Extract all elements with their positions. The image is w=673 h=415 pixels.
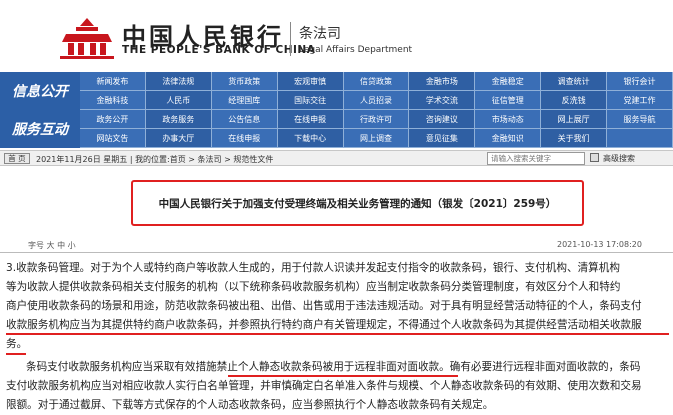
breadcrumb: 2021年11月26日 星期五 | 我的位置:首页 > 条法司 > 规范性文件: [36, 155, 274, 164]
article-line: 支付收款服务机构应当对相应收款人实行白名单管理，并审慎确定白名单准入条件与规模、…: [6, 380, 642, 392]
nav-item[interactable]: 反洗钱: [541, 91, 608, 110]
nav-item[interactable]: 网站文告: [80, 129, 146, 148]
highlight-underline: [228, 375, 458, 377]
dept-name-en: Legal Affairs Department: [299, 45, 413, 55]
highlight-underline: [409, 333, 669, 335]
article-line: 务。: [6, 338, 28, 350]
advanced-search-link[interactable]: 高级搜索: [603, 153, 635, 164]
nav-item[interactable]: 行政许可: [343, 110, 410, 129]
search-button[interactable]: [590, 153, 599, 162]
content-divider: [0, 252, 673, 253]
home-button[interactable]: 首 页: [4, 153, 30, 164]
nav-item[interactable]: 下载中心: [277, 129, 344, 148]
nav-section-info[interactable]: 信息公开: [0, 72, 80, 110]
nav-item[interactable]: 调查统计: [541, 72, 608, 91]
nav-item[interactable]: 新闻发布: [80, 72, 146, 91]
article-line: 商户使用收款条码的场景和用途，防范收款条码被出租、出借、出售或用于违法违规活动。…: [6, 300, 642, 312]
site-header: 中国人民银行 THE PEOPLE'S BANK OF CHINA 条法司 Le…: [0, 0, 673, 70]
nav-item[interactable]: 公告信息: [211, 110, 278, 129]
nav-item[interactable]: 办事大厅: [145, 129, 212, 148]
header-divider: [290, 22, 291, 56]
nav-item[interactable]: 政务公开: [80, 110, 146, 129]
search-input[interactable]: [487, 152, 585, 165]
nav-section-service[interactable]: 服务互动: [0, 110, 80, 148]
nav-item[interactable]: 服务导航: [607, 110, 673, 129]
nav-item[interactable]: 党建工作: [607, 91, 673, 110]
nav-item[interactable]: 货币政策: [211, 72, 278, 91]
nav-item[interactable]: 征信管理: [475, 91, 542, 110]
current-date: 2021年11月26日 星期五: [36, 155, 128, 164]
nav-item[interactable]: 信贷政策: [343, 72, 410, 91]
nav-item[interactable]: 国际交往: [277, 91, 344, 110]
article-title: 中国人民银行关于加强支付受理终端及相关业务管理的通知（银发〔2021〕259号）: [158, 197, 557, 210]
dept-name-cn: 条法司: [299, 26, 341, 42]
nav-item[interactable]: [607, 129, 673, 148]
breadcrumb-bar: 首 页 2021年11月26日 星期五 | 我的位置:首页 > 条法司 > 规范…: [0, 150, 673, 166]
article-line: 等为收款人提供收款条码相关支付服务的机构（以下统称条码收款服务机构）应当制定收款…: [6, 281, 621, 293]
nav-item[interactable]: 网上调查: [343, 129, 410, 148]
nav-item[interactable]: 关于我们: [541, 129, 608, 148]
nav-item[interactable]: 意见征集: [409, 129, 476, 148]
nav-item[interactable]: 银行会计: [607, 72, 673, 91]
nav-grid: 新闻发布 法律法规 货币政策 宏观审慎 信贷政策 金融市场 金融稳定 调查统计 银行会计金融科技…: [80, 72, 673, 148]
nav-item[interactable]: 在线申报: [277, 110, 344, 129]
nav-item[interactable]: 金融科技: [80, 91, 146, 110]
nav-item[interactable]: 在线申报: [211, 129, 278, 148]
nav-item[interactable]: 法律法规: [145, 72, 212, 91]
nav-item[interactable]: 网上展厅: [541, 110, 608, 129]
pboc-logo-icon: [60, 18, 114, 59]
bank-name-en: THE PEOPLE'S BANK OF CHINA: [122, 44, 316, 56]
article-line: 限额。对于通过截屏、下载等方式保存的个人动态收款条码，应当参照执行个人静态收款条…: [6, 399, 494, 411]
highlight-underline: [6, 353, 26, 355]
article-line: 3.收款条码管理。对于为个人或特约商户等收款人生成的，用于付款人识读并发起支付指…: [6, 262, 620, 274]
nav-item[interactable]: 金融知识: [475, 129, 542, 148]
nav-item[interactable]: 人员招录: [343, 91, 410, 110]
nav-item[interactable]: 金融市场: [409, 72, 476, 91]
nav-item[interactable]: 学术交流: [409, 91, 476, 110]
article-timestamp: 2021-10-13 17:08:20: [557, 240, 642, 249]
nav-item[interactable]: 经理国库: [211, 91, 278, 110]
nav-item[interactable]: 咨询建议: [409, 110, 476, 129]
font-size-control[interactable]: 字号 大 中 小: [28, 240, 76, 251]
nav-item[interactable]: 宏观审慎: [277, 72, 344, 91]
main-nav: 信息公开 服务互动 新闻发布 法律法规 货币政策 宏观审慎 信贷政策 金融市场 金融稳定 调查…: [0, 72, 673, 148]
nav-item[interactable]: 金融稳定: [475, 72, 542, 91]
article-title-box: 中国人民银行关于加强支付受理终端及相关业务管理的通知（银发〔2021〕259号）: [131, 180, 584, 226]
nav-item[interactable]: 人民币: [145, 91, 212, 110]
nav-item[interactable]: 政务服务: [145, 110, 212, 129]
highlight-underline: [6, 333, 410, 335]
breadcrumb-path[interactable]: 我的位置:首页 > 条法司 > 规范性文件: [135, 155, 273, 164]
nav-item[interactable]: 市场动态: [475, 110, 542, 129]
